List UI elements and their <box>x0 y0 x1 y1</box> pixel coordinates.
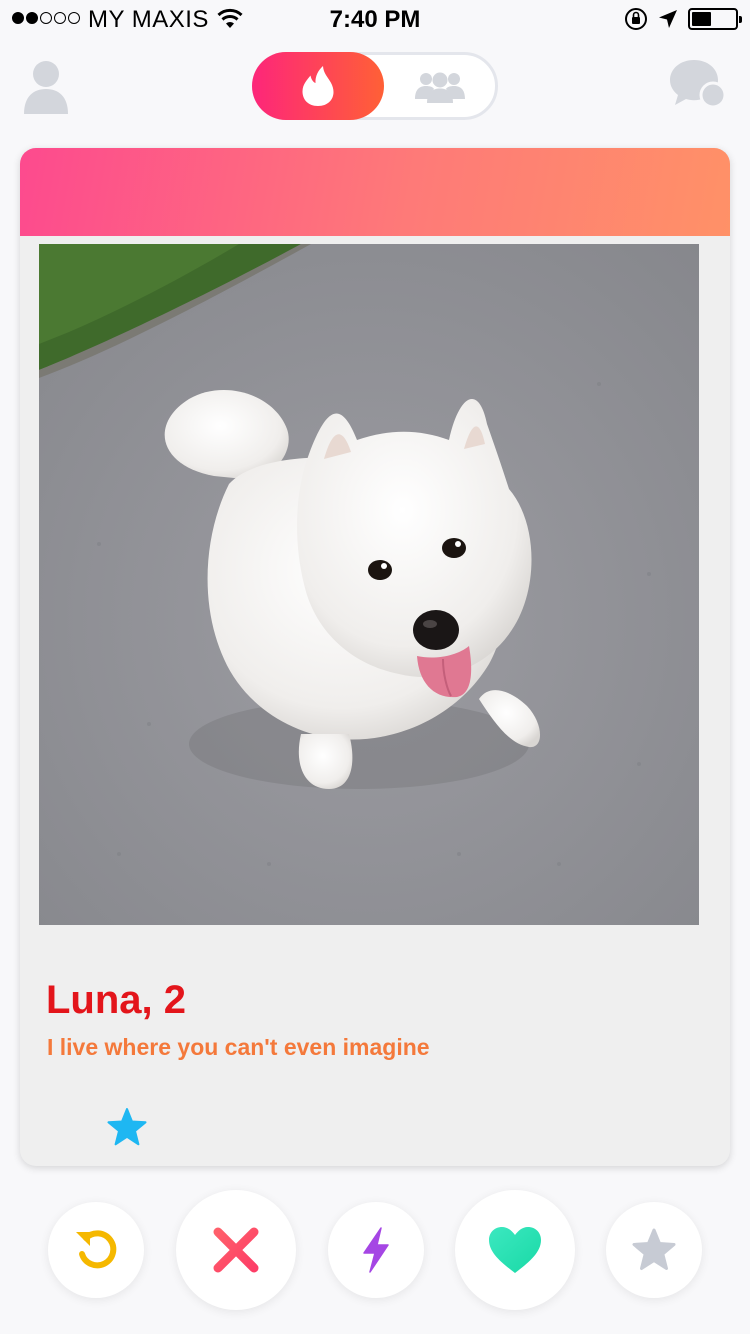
heart-icon <box>489 1227 541 1273</box>
battery-icon <box>688 8 742 30</box>
nope-button[interactable] <box>176 1190 296 1310</box>
tab-discover[interactable] <box>252 52 384 120</box>
rewind-button[interactable] <box>48 1202 144 1298</box>
lightning-icon <box>363 1227 389 1273</box>
profile-photo[interactable] <box>39 244 699 925</box>
status-bar: MY MAXIS 7:40 PM <box>0 0 750 40</box>
like-button[interactable] <box>455 1190 575 1310</box>
star-icon <box>107 1108 147 1146</box>
profile-name-age: Luna, 2 <box>46 978 187 1022</box>
top-nav <box>0 48 750 128</box>
rewind-icon <box>76 1230 117 1269</box>
boost-button[interactable] <box>328 1202 424 1298</box>
flame-icon <box>302 66 334 106</box>
profile-icon[interactable] <box>20 56 72 116</box>
mode-toggle <box>252 52 498 120</box>
profile-bio: I live where you can't even imagine <box>47 1034 430 1060</box>
dog-photo-illustration <box>39 244 699 925</box>
group-icon <box>415 72 465 103</box>
close-icon <box>213 1227 259 1273</box>
star-icon <box>632 1228 676 1270</box>
super-like-button[interactable] <box>606 1202 702 1298</box>
location-arrow-icon <box>659 10 677 28</box>
chat-icon[interactable] <box>668 58 728 114</box>
tab-group[interactable] <box>385 55 495 117</box>
rotation-lock-icon <box>625 8 647 30</box>
card-header-gradient <box>20 148 730 236</box>
profile-card[interactable]: Luna, 2 I live where you can't even imag… <box>20 148 730 1166</box>
